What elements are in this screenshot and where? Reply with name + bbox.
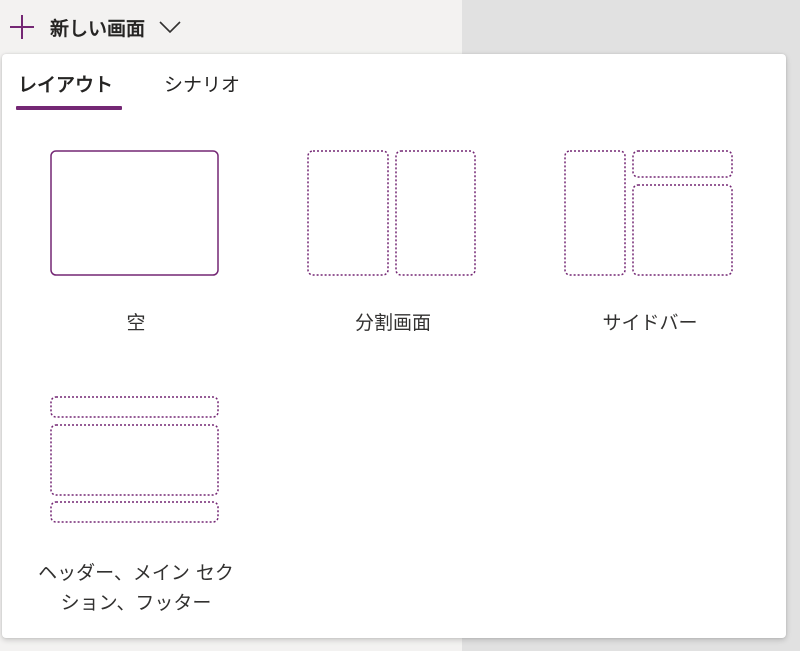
new-screen-label: 新しい画面 bbox=[50, 17, 146, 40]
header-main-footer-layout-icon bbox=[50, 396, 219, 523]
layout-card-label: サイドバー bbox=[602, 312, 698, 334]
split-screen-layout-icon bbox=[307, 150, 476, 276]
new-screen-button[interactable]: 新しい画面 bbox=[8, 8, 181, 46]
tab-layout[interactable]: レイアウト bbox=[18, 70, 113, 97]
layout-card-label-line-1: ヘッダー、メイン セク bbox=[38, 562, 234, 584]
tab-scenario[interactable]: シナリオ bbox=[164, 70, 240, 97]
layout-card-sidebar[interactable]: サイドバー bbox=[564, 150, 736, 350]
blank-layout-icon bbox=[50, 150, 219, 276]
chevron-down-icon bbox=[159, 21, 181, 34]
layout-card-label-line-2: ション、フッター bbox=[60, 592, 212, 614]
layout-card-label: 空 bbox=[126, 312, 146, 334]
layout-card-split-screen[interactable]: 分割画面 bbox=[307, 150, 479, 350]
selected-tab-indicator bbox=[16, 106, 122, 110]
layout-card-header-main-footer[interactable]: ヘッダー、メイン セク ション、フッター bbox=[38, 396, 234, 616]
layout-card-label: 分割画面 bbox=[354, 312, 431, 334]
sidebar-layout-icon bbox=[564, 150, 733, 276]
plus-icon bbox=[10, 15, 34, 39]
new-screen-flyout: レイアウト シナリオ 空 分割画面 サイドバー ヘッダー、メイン セク ション、… bbox=[2, 54, 786, 638]
layout-card-blank[interactable]: 空 bbox=[50, 150, 222, 350]
